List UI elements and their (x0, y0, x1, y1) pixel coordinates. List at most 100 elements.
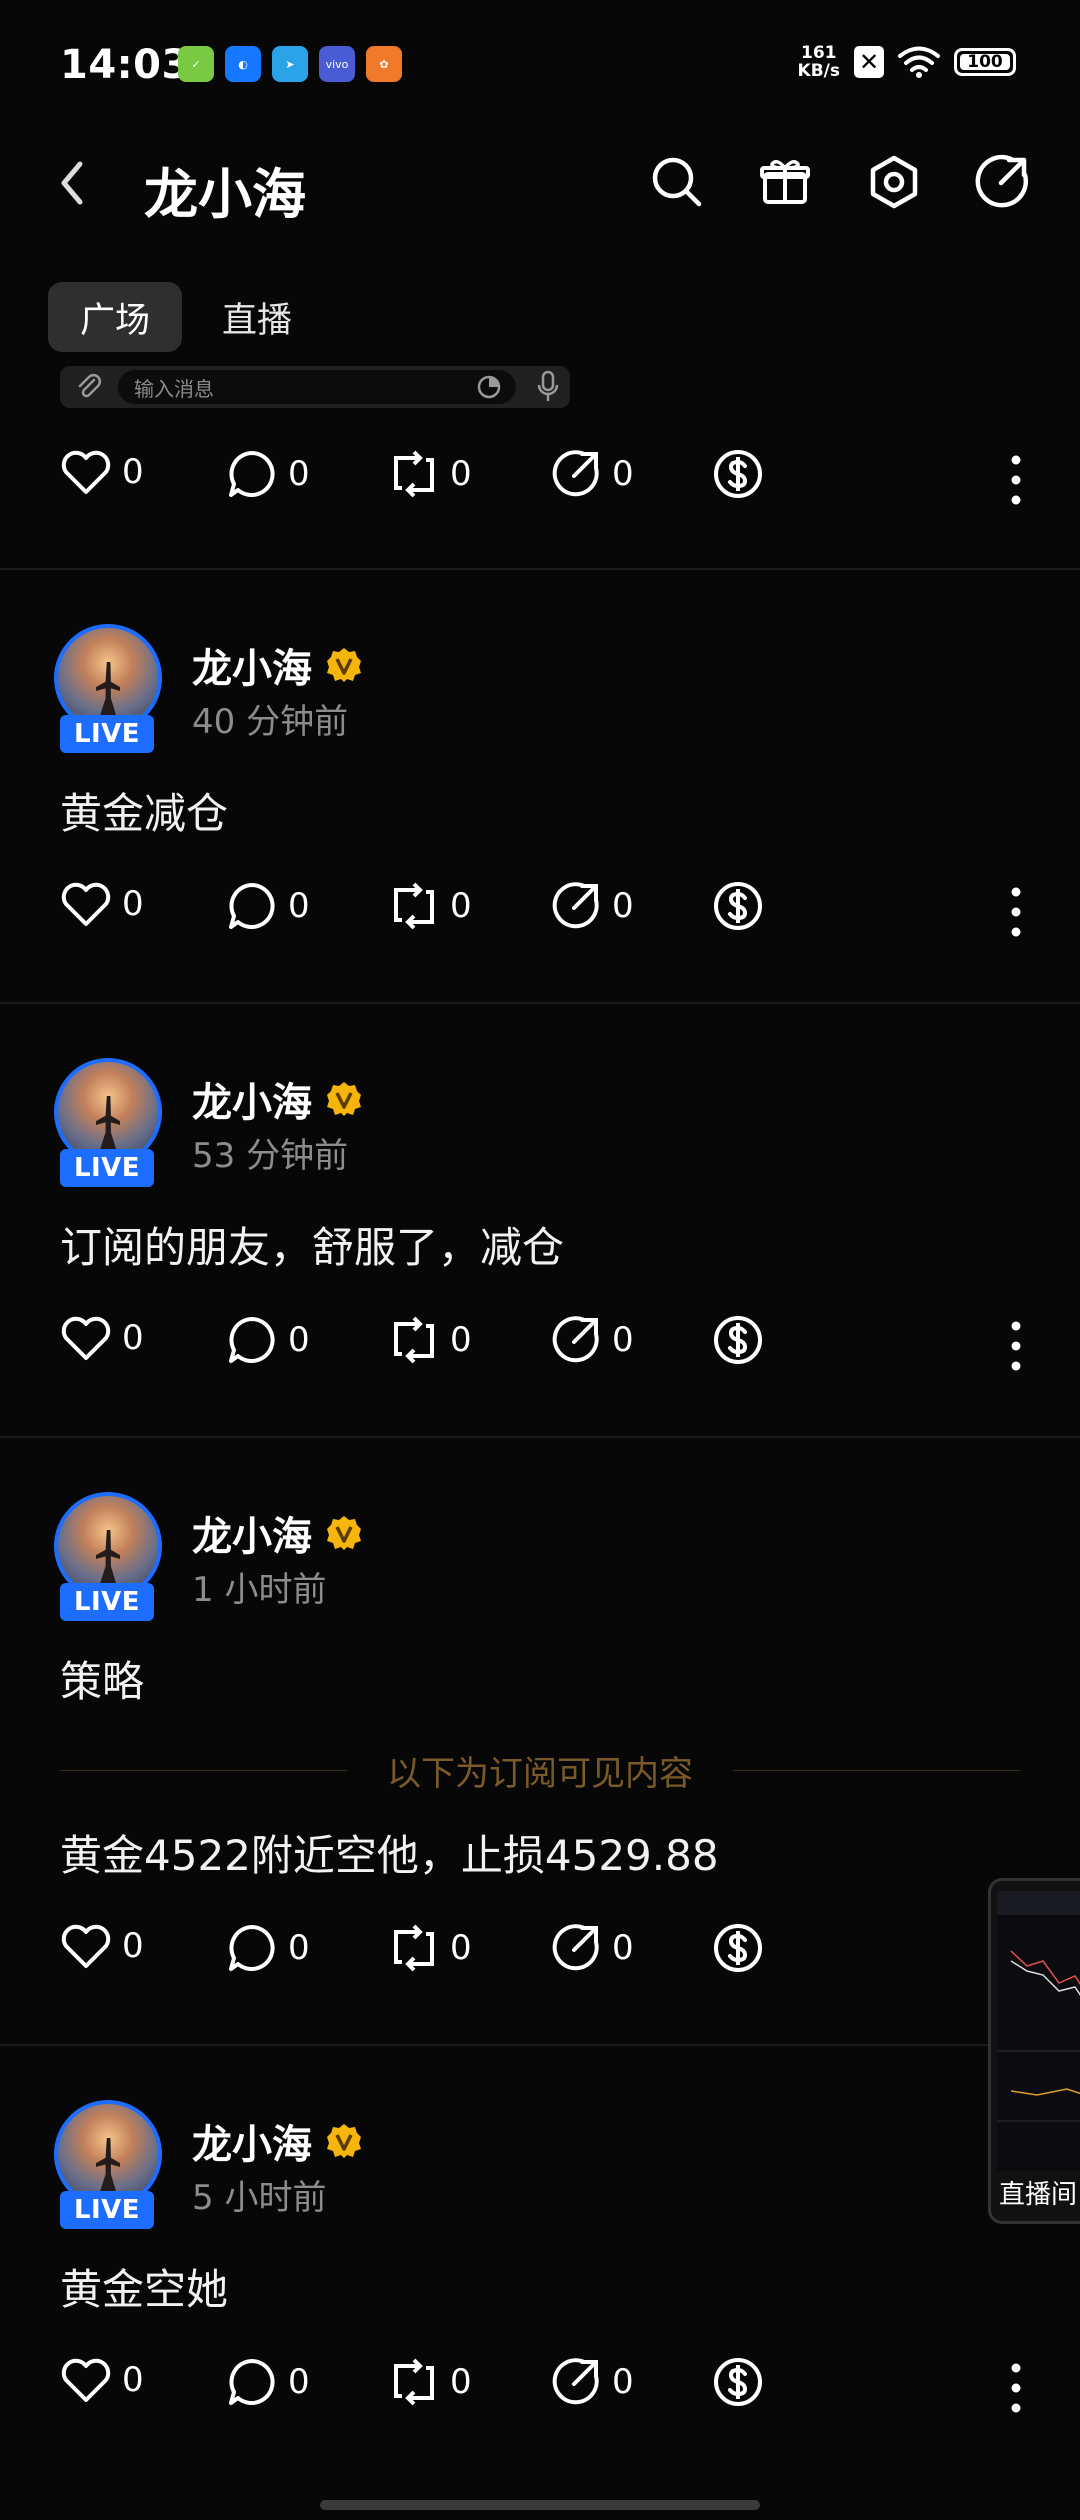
floating-live-window[interactable]: 直播间 (988, 1878, 1080, 2224)
repost-icon (388, 2356, 440, 2408)
repost-button[interactable]: 0 (388, 1922, 472, 1974)
comment-button[interactable]: 0 (226, 1314, 310, 1366)
tab-plaza[interactable]: 广场 (48, 282, 183, 352)
share-count: 0 (612, 1928, 634, 1968)
verified-badge-icon (326, 1081, 362, 1117)
repost-button[interactable]: 0 (388, 880, 472, 932)
share-button[interactable]: 0 (550, 2356, 634, 2408)
avatar[interactable]: LIVE (50, 1054, 174, 1187)
avatar[interactable]: LIVE (50, 2096, 174, 2229)
repost-count: 0 (450, 1928, 472, 1968)
message-input-bar[interactable]: 输入消息 (60, 366, 570, 408)
more-options-icon[interactable] (1010, 2362, 1022, 2414)
comment-icon (226, 1314, 278, 1366)
comment-button[interactable]: 0 (226, 880, 310, 932)
more-options-icon[interactable] (1010, 886, 1022, 938)
share-count: 0 (612, 1320, 634, 1360)
settings-hexagon-icon[interactable] (862, 150, 926, 214)
more-options-icon[interactable] (1010, 454, 1022, 506)
share-icon (550, 448, 602, 500)
verified-badge-icon (326, 1515, 362, 1551)
post-author[interactable]: 龙小海 (192, 2112, 362, 2170)
share-button[interactable]: 0 (550, 448, 634, 500)
like-button[interactable]: 0 (60, 1314, 144, 1362)
comment-count: 0 (288, 454, 310, 494)
comment-button[interactable]: 0 (226, 2356, 310, 2408)
tip-button[interactable] (712, 1922, 764, 1974)
share-button[interactable]: 0 (550, 1922, 634, 1974)
search-icon[interactable] (645, 150, 709, 214)
repost-count: 0 (450, 454, 472, 494)
post-time: 5 小时前 (192, 2178, 327, 2218)
orange-app-icon: ✿ (366, 46, 402, 82)
post-author-name: 龙小海 (192, 646, 312, 692)
tip-button[interactable] (712, 880, 764, 932)
tip-button[interactable] (712, 448, 764, 500)
comment-button[interactable]: 0 (226, 448, 310, 500)
vivo-app-icon: vivo (319, 46, 355, 82)
gift-icon[interactable] (753, 150, 817, 214)
share-icon (550, 1922, 602, 1974)
like-button[interactable]: 0 (60, 1922, 144, 1970)
post-author[interactable]: 龙小海 (192, 1504, 362, 1562)
like-button[interactable]: 0 (60, 880, 144, 928)
microphone-icon[interactable] (536, 370, 560, 404)
avatar[interactable]: LIVE (50, 620, 174, 753)
telegram-app-icon: ➤ (272, 46, 308, 82)
wifi-icon (898, 46, 940, 78)
dollar-icon (712, 2356, 764, 2408)
share-count: 0 (612, 2362, 634, 2402)
post-author[interactable]: 龙小海 (192, 1070, 362, 1128)
more-options-icon[interactable] (1010, 1320, 1022, 1372)
home-indicator[interactable] (320, 2500, 760, 2510)
repost-button[interactable]: 0 (388, 1314, 472, 1366)
subscriber-divider-text: 以下为订阅可见内容 (387, 1753, 693, 1794)
divider (0, 1436, 1080, 1438)
action-bar: 0 0 0 0 (60, 1314, 1020, 1374)
like-button[interactable]: 0 (60, 448, 144, 496)
divider (0, 568, 1080, 570)
verified-badge-icon (326, 2123, 362, 2159)
heart-icon (60, 448, 112, 496)
emoji-icon[interactable] (476, 374, 502, 400)
comment-icon (226, 448, 278, 500)
share-icon (550, 2356, 602, 2408)
repost-count: 0 (450, 2362, 472, 2402)
attachment-icon[interactable] (74, 372, 104, 402)
like-count: 0 (122, 884, 144, 924)
live-preview (997, 1891, 1080, 2171)
share-button[interactable]: 0 (550, 880, 634, 932)
post-author[interactable]: 龙小海 (192, 636, 362, 694)
divider (0, 1002, 1080, 1004)
tab-live[interactable]: 直播 (190, 282, 324, 352)
share-icon (550, 1314, 602, 1366)
share-button[interactable]: 0 (550, 1314, 634, 1366)
comment-icon (226, 1922, 278, 1974)
subscriber-divider-line (733, 1769, 1020, 1771)
post-author-name: 龙小海 (192, 2122, 312, 2168)
like-button[interactable]: 0 (60, 2356, 144, 2404)
comment-count: 0 (288, 1928, 310, 1968)
tip-button[interactable] (712, 1314, 764, 1366)
avatar[interactable]: LIVE (50, 1488, 174, 1621)
share-icon[interactable] (970, 150, 1034, 214)
message-input[interactable]: 输入消息 (118, 370, 516, 404)
action-bar: 0 0 0 0 (60, 448, 1020, 508)
live-badge: LIVE (60, 1149, 154, 1187)
back-arrow-icon[interactable] (56, 158, 88, 208)
like-count: 0 (122, 1318, 144, 1358)
dollar-icon (712, 448, 764, 500)
divider (0, 2044, 1080, 2046)
repost-button[interactable]: 0 (388, 2356, 472, 2408)
status-time: 14:03 (60, 42, 190, 88)
repost-button[interactable]: 0 (388, 448, 472, 500)
comment-icon (226, 2356, 278, 2408)
subscriber-divider: 以下为订阅可见内容 (60, 1750, 1020, 1794)
repost-icon (388, 880, 440, 932)
post-time: 1 小时前 (192, 1570, 327, 1610)
comment-button[interactable]: 0 (226, 1922, 310, 1974)
comment-count: 0 (288, 886, 310, 926)
post-text: 黄金空她 (60, 2265, 229, 2314)
tip-button[interactable] (712, 2356, 764, 2408)
like-count: 0 (122, 1926, 144, 1966)
